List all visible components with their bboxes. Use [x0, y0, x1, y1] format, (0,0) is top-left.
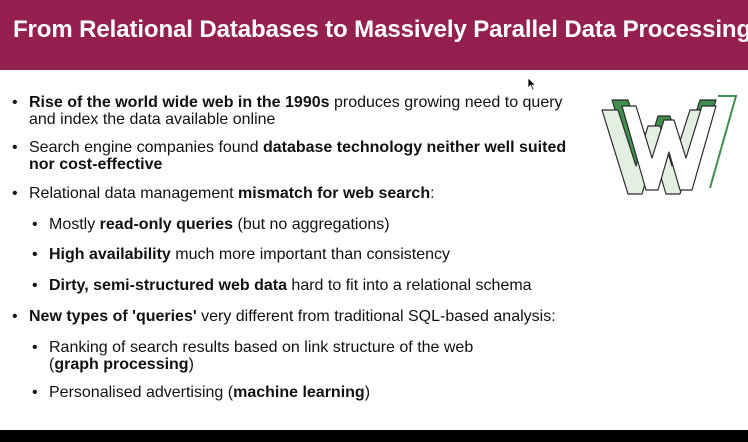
bullet-text: Rise of the world wide web in the 1990s … [29, 94, 563, 128]
www-logo-icon [601, 95, 738, 195]
bullet-text: Search engine companies found database t… [29, 139, 567, 173]
bullet-text: Mostly read-only queries (but no aggrega… [49, 216, 390, 233]
bullet-dot: • [32, 384, 38, 401]
bullet-dot: • [32, 339, 38, 356]
bottom-bar [0, 430, 748, 442]
bullet-text: Ranking of search results based on link … [49, 339, 474, 373]
bullet-dot: • [32, 246, 38, 263]
bullet-dot: • [12, 139, 18, 156]
slide-title-bar: From Relational Databases to Massively P… [0, 0, 748, 70]
mouse-cursor-icon [527, 77, 537, 91]
bullet-dot: • [32, 216, 38, 233]
bullet-dot: • [12, 308, 18, 325]
slide-title: From Relational Databases to Massively P… [13, 16, 748, 43]
bullet-dot: • [32, 277, 38, 294]
bullet-text: Personalised advertising (machine learni… [49, 384, 371, 401]
bullet-text: Relational data management mismatch for … [29, 185, 435, 202]
bullet-text: Dirty, semi-structured web data hard to … [49, 277, 532, 294]
bullet-text: New types of 'queries' very different fr… [29, 308, 556, 325]
bullet-text: High availability much more important th… [49, 246, 451, 263]
bullet-dot: • [12, 94, 18, 111]
bullet-dot: • [12, 185, 18, 202]
